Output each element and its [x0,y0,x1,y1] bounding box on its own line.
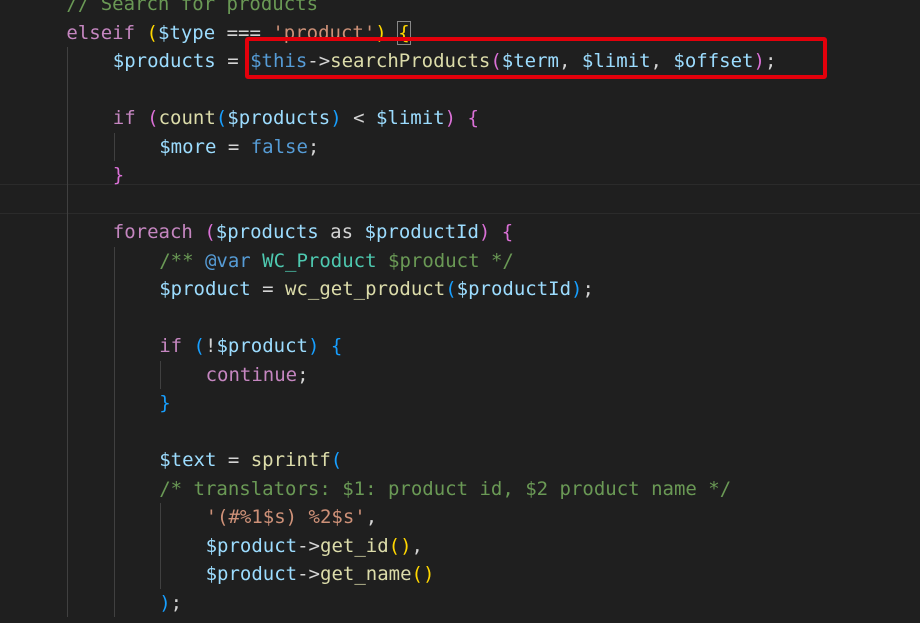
code-token: elseif [66,21,136,44]
code-token: /** [159,249,205,272]
code-token: -> [297,563,320,585]
code-token: ( [146,21,158,44]
code-line[interactable]: $text = sprintf( [159,446,342,475]
code-token: ; [582,278,594,300]
code-token: ) [159,591,171,614]
code-token: ( [330,449,343,471]
code-line[interactable]: $more = false; [159,133,319,162]
code-line[interactable]: } [113,161,124,190]
code-token: $product [159,278,251,300]
code-token: wc_get_product [285,278,446,300]
code-token: -> [297,534,320,557]
code-token: ) [444,107,457,129]
code-token: @var [204,249,251,272]
code-line[interactable]: if (count($products) < $limit) { [113,104,479,133]
code-line[interactable]: foreach ($products as $productId) { [113,218,513,247]
code-token: ( [204,221,216,243]
code-token: $product [205,563,298,585]
indent-guide [113,132,115,161]
code-token: ; [297,363,309,386]
code-token: < [341,107,376,129]
code-token: count [158,107,216,129]
code-token: ) [478,221,491,243]
code-token: if [112,107,136,129]
code-token: ) [571,278,583,300]
current-line-indicator [0,184,920,214]
code-token: $limit [375,107,445,129]
code-token: } [159,392,171,414]
code-token: ( [411,563,423,585]
code-token: $products [112,50,216,72]
code-line[interactable]: /* translators: $1: product id, $2 produ… [159,475,731,504]
code-token: { [467,107,479,129]
code-token: $product [205,534,298,557]
code-token: get_id [320,534,389,557]
annotation-highlight-box [245,37,827,79]
code-line[interactable]: if (!$product) { [159,332,342,361]
code-token: ) [400,534,412,557]
code-token: $type [157,21,216,44]
code-token: = [250,278,286,300]
code-token: $more [159,135,217,158]
code-token: continue [205,363,298,386]
code-token: /* translators: $1: product id, $2 produ… [159,477,732,500]
code-token: ) [330,107,342,129]
code-token: '(#%1$s) %2$s' [205,506,366,528]
code-token: foreach [112,221,193,243]
code-token: $productId [364,221,479,243]
code-token: $text [159,449,217,471]
code-token: { [330,335,343,357]
code-token: false [250,135,308,158]
code-token: } [112,164,125,186]
code-token: ! [204,335,217,357]
code-token: ) [307,335,320,357]
code-token: // Search for products [66,0,319,15]
code-line[interactable]: '(#%1$s) %2$s', [206,503,378,532]
code-line[interactable]: ); [159,589,182,618]
code-line[interactable]: $product->get_name() [206,560,435,589]
code-line[interactable]: // Search for products [66,0,318,19]
code-token: ( [147,107,159,129]
indent-guide [160,360,162,389]
code-token: = [216,135,251,158]
code-line[interactable]: } [159,389,170,418]
code-token: $productId [456,278,572,300]
code-token: = [216,449,251,471]
code-token: ; [307,135,320,158]
code-token: , [411,534,423,557]
code-token: ) [422,563,435,585]
code-token: WC_Product [262,249,377,272]
code-token: if [159,335,183,357]
code-token: , [365,506,378,528]
indent-guide [160,503,162,589]
code-token: { [501,221,514,243]
code-token: sprintf [250,449,331,471]
code-token: ( [193,335,205,357]
code-token: $product [216,335,308,357]
code-token: ( [215,107,228,129]
code-line[interactable]: /** @var WC_Product $product */ [159,247,514,276]
code-line[interactable]: $product = wc_get_product($productId); [159,275,594,304]
code-token: get_name [320,563,412,585]
code-token: ( [388,534,401,557]
code-line[interactable]: continue; [206,361,309,390]
indent-guide [113,246,115,617]
code-token: ( [445,278,457,300]
code-token: $product */ [376,249,514,272]
code-token: as [318,221,365,243]
code-token: ; [170,591,183,614]
code-editor[interactable]: // Search for products elseif ($type === … [0,0,920,623]
code-token: $products [215,221,319,243]
code-line[interactable]: $product->get_id(), [206,532,423,561]
indent-guide [67,47,69,617]
code-token: $products [227,107,331,129]
